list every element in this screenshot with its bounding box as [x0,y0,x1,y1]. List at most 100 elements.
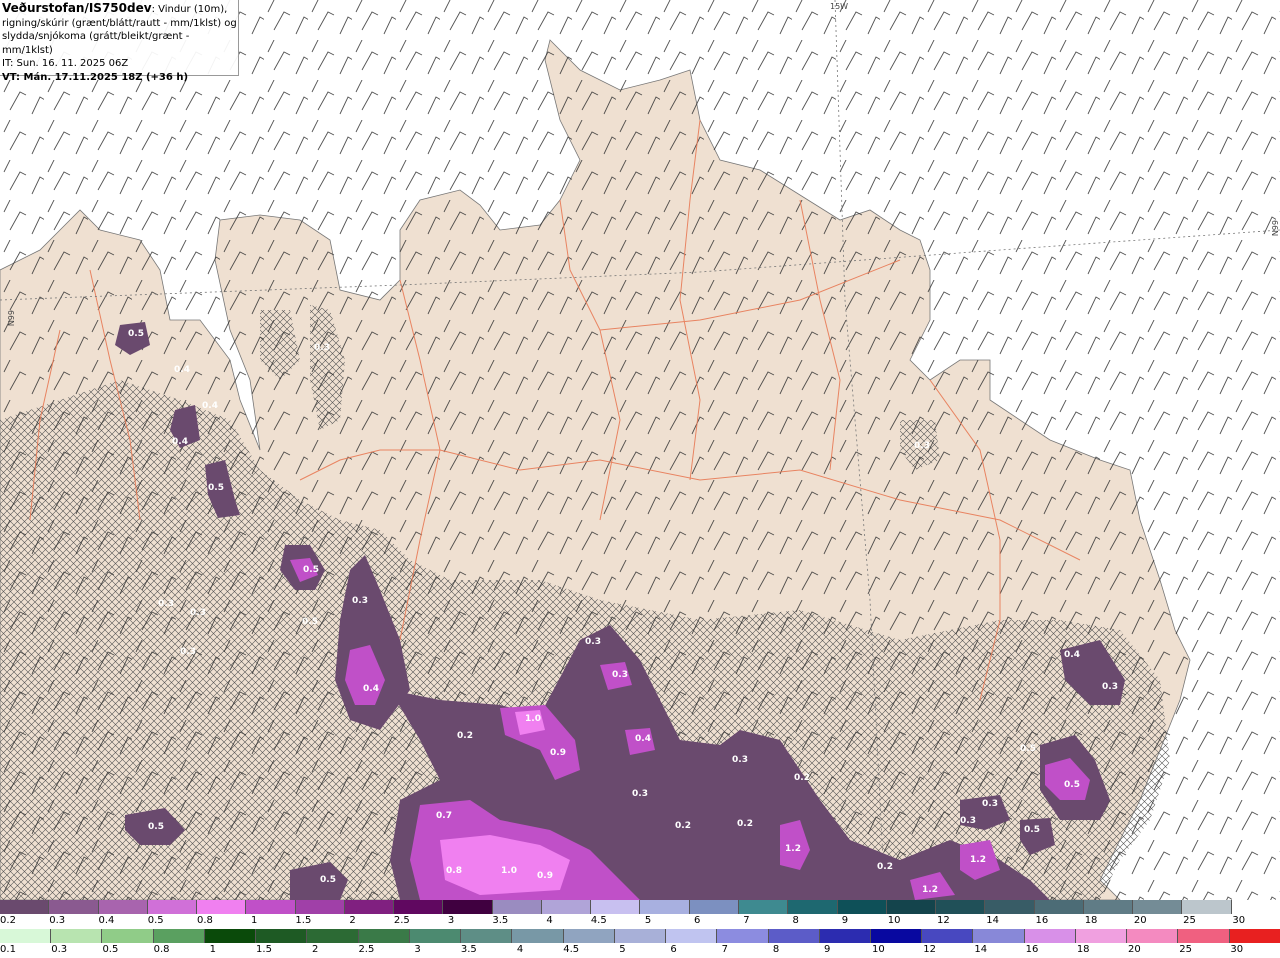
snow-scale-labels: 0.2 0.3 0.4 0.5 0.8 1 1.5 2 2.5 3 3.5 4 4.5 5 6 7 8 9 10 12… [0,915,1280,928]
scale-label: 9 [841,915,849,926]
scale-label: 0.4 [98,915,115,926]
contour-label: 0.4 [363,684,379,694]
scale-label: 12 [923,944,936,955]
scale-color-cell [541,900,592,914]
contour-label: 0.3 [914,441,930,451]
scale-label: 6 [694,915,701,926]
scale-color-cell [666,929,718,943]
scale-color-cell [973,929,1025,943]
scale-label: 2 [312,944,319,955]
contour-label: 0.5 [303,565,319,575]
scale-color-cell [837,900,887,914]
scale-label: 20 [1128,944,1141,955]
scale-color-cell [768,929,820,943]
contour-label: 0.5 [1020,744,1036,754]
scale-label: 14 [974,944,988,955]
scale-label: 6 [670,944,677,955]
scale-color-cell [344,900,395,914]
scale-label: 30 [1232,915,1246,926]
latitude-label-left: 66N [6,310,15,326]
scale-label: 25 [1183,915,1196,926]
description-line-2: rigning/skúrir (grænt/blátt/rautt - mm/1… [2,17,237,29]
scale-color-cell [591,900,641,914]
scale-color-cell [922,929,974,943]
scale-label: 12 [937,915,950,926]
scale-label: 3.5 [460,944,477,955]
scale-label: 0.3 [49,915,66,926]
scale-label: 4.5 [590,915,607,926]
scale-label: 8 [792,915,799,926]
contour-label: 1.0 [525,714,541,724]
contour-label: 0.3 [732,755,748,765]
scale-color-cell [443,900,493,914]
contour-label: 0.3 [612,670,628,680]
contour-label: 0.4 [202,401,218,411]
contour-label: 0.5 [1064,780,1080,790]
scale-label: 5 [619,944,626,955]
scale-color-cell [738,900,789,914]
scale-color-cell [204,929,257,943]
contour-label: 0.3 [982,799,998,809]
valid-time: VT: Mán. 17.11.2025 18Z (+36 h) [2,71,189,83]
rain-color-scale [0,929,1280,943]
scale-color-cell [307,929,359,943]
scale-label: 4 [516,944,524,955]
contour-label: 0.2 [737,819,753,829]
scale-label: 0.2 [0,915,16,926]
scale-color-cell [102,929,154,943]
scale-color-cell [1075,929,1128,943]
model-title: Veðurstofan/IS750dev [2,1,152,15]
description-line-1: : Vindur (10m), [151,4,228,15]
scale-color-cell [492,900,542,914]
contour-label: 0.3 [1102,682,1118,692]
contour-label: 0.5 [302,617,318,627]
scale-label: 4.5 [563,944,580,955]
precipitation-wind-map: 15W 66N 66N 0.5 0.4 0.5 0.4 0.5 0.3 0.3 … [0,0,1280,900]
scale-label: 10 [872,944,885,955]
scale-label: 8 [772,944,780,955]
contour-label: 1.0 [501,866,517,876]
description-line-3: slydda/snjókoma (grátt/bleikt/grænt - mm… [2,31,190,56]
scale-color-cell [1133,900,1183,914]
contour-label: 0.3 [632,789,648,799]
scale-color-cell [461,929,513,943]
contour-label: 0.3 [352,596,368,606]
contour-label: 0.5 [1024,825,1040,835]
scale-color-cell [256,929,308,943]
contour-label: 0.2 [877,862,893,872]
scale-color-cell [689,900,739,914]
scale-color-cell [197,900,247,914]
scale-color-cell [0,900,50,914]
scale-label: 0.3 [51,944,68,955]
scale-color-cell [1034,900,1084,914]
scale-color-cell [788,900,838,914]
scale-label: 16 [1035,915,1049,926]
scale-label: 0.1 [0,944,16,955]
contour-label: 1.2 [970,855,986,865]
scale-color-cell [1178,929,1230,943]
scale-color-cell [1229,929,1280,943]
scale-color-cell [819,929,871,943]
scale-label: 18 [1076,944,1090,955]
scale-label: 3 [414,944,421,955]
scale-color-cell [717,929,769,943]
scale-label: 5 [644,915,652,926]
scale-label: 2.5 [358,944,375,955]
contour-label: 0.4 [172,437,188,447]
scale-label: 20 [1133,915,1147,926]
contour-label: 0.4 [174,365,190,375]
scale-label: 14 [986,915,999,926]
scale-label: 1.5 [295,915,312,926]
scale-color-cell [49,900,99,914]
scale-label: 3 [447,915,455,926]
scale-color-cell [886,900,937,914]
scale-color-cell [640,900,690,914]
contour-label: 0.5 [128,329,144,339]
scale-color-cell [1182,900,1232,914]
scale-label: 7 [743,915,750,926]
scale-color-cell [985,900,1035,914]
scale-label: 2 [349,915,356,926]
rain-scale-labels: 0.1 0.3 0.5 0.8 1 1.5 2 2.5 3 3.5 4 4.5 5 6 7 8 9 10 12 14 1… [0,944,1280,957]
scale-label: 0.5 [102,944,119,955]
scale-color-cell [0,929,52,943]
